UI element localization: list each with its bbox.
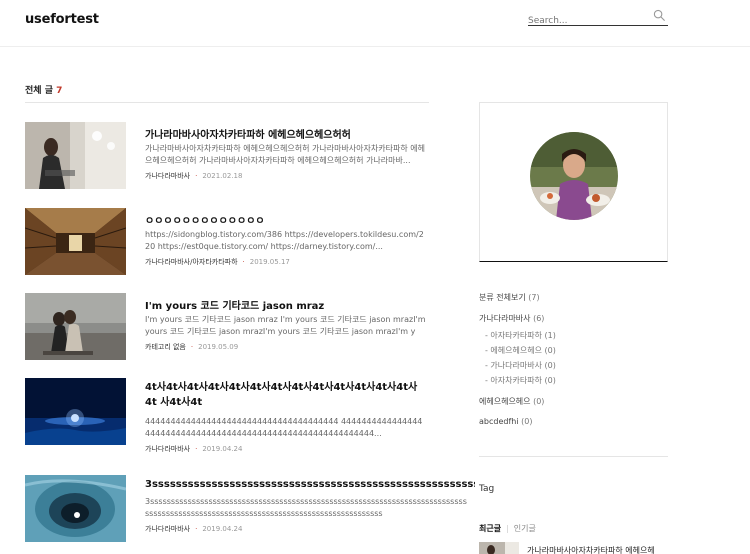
post-category[interactable]: 가나다라마바사 — [145, 445, 190, 453]
meta-separator-dot: · — [195, 172, 198, 180]
subcategory-item[interactable]: - 아자타카타파하 (1) — [485, 330, 556, 341]
category-count: (0) — [521, 417, 533, 426]
category-label: - 에헤으헤으헤으 — [485, 346, 542, 355]
avatar[interactable] — [530, 132, 618, 220]
post-meta: 카테고리 없음 · 2019.05.09 — [145, 342, 238, 352]
post-excerpt: https://sidongblog.tistory.com/386 https… — [145, 230, 424, 251]
post-date: 2021.02.18 — [202, 172, 243, 180]
category-label: - 아자차카타파하 — [485, 376, 542, 385]
divider — [25, 102, 429, 103]
post-category[interactable]: 가나다라마바사 — [145, 525, 190, 533]
divider — [479, 456, 668, 457]
category-label: abcdedfhi — [479, 417, 519, 426]
post-item[interactable]: 4t사4t사4t사4t사4t사4t사4t사4t사4t사4t사4t사4t사4t사4… — [25, 378, 475, 453]
post-date: 2019.05.17 — [249, 258, 290, 266]
meta-separator-dot: · — [242, 258, 245, 266]
search-input[interactable] — [528, 13, 648, 29]
post-title[interactable]: 가나라마바사아자차카타파하 에헤으헤으헤으허허 — [145, 126, 475, 141]
post-excerpt: I'm yours 코드 기타코드 jason mraz I'm yours 코… — [145, 315, 426, 336]
post-meta: 가나다라마바사 · 2019.04.24 — [145, 444, 242, 454]
post-title[interactable]: 4t사4t사4t사4t사4t사4t사4t사4t사4t사4t사4t사4t사4t사4… — [145, 380, 427, 410]
post-count-label: 전체 글 — [25, 86, 53, 96]
category-count: (0) — [544, 376, 556, 385]
post-meta: 가나다라마바사/아자타카타파하 · 2019.05.17 — [145, 257, 290, 267]
post-count-heading: 전체 글 7 — [25, 83, 62, 96]
recent-post-item[interactable]: 가나라마바사아자차카타파하 에헤으헤 — [479, 542, 668, 554]
post-title[interactable]: I'm yours 코드 기타코드 jason mraz — [145, 297, 475, 312]
search-icon[interactable] — [653, 9, 666, 22]
post-count-number: 7 — [56, 86, 63, 96]
post-excerpt: 가나라마바사아자차카타파하 에헤으헤으헤으허허 가나라마바사아자차카타파하 에헤… — [145, 144, 425, 165]
category-count: (1) — [544, 331, 556, 340]
category-count: (0) — [544, 361, 556, 370]
category-count: (0) — [533, 397, 545, 406]
subcategory-item[interactable]: - 에헤으헤으헤으 (0) — [485, 345, 556, 356]
category-label: - 아자타카타파하 — [485, 331, 542, 340]
category-label: - 가나다라마바사 — [485, 361, 542, 370]
header: usefortest — [0, 0, 750, 47]
post-excerpt: 3sssssssssssssssssssssssssssssssssssssss… — [145, 497, 467, 518]
post-title[interactable]: ㅇㅇㅇㅇㅇㅇㅇㅇㅇㅇㅇㅇㅇ — [145, 212, 475, 227]
category-label: 에헤으헤으헤으 — [479, 397, 531, 406]
category-count: (0) — [544, 346, 556, 355]
meta-separator-dot: · — [195, 445, 198, 453]
post-meta: 가나다라마바사 · 2019.04.24 — [145, 524, 242, 534]
post-tabs: 최근글 | 인기글 — [479, 523, 536, 534]
post-category[interactable]: 가나다라마바사/아자타카타파하 — [145, 258, 238, 266]
profile-box — [479, 102, 668, 262]
subcategory-item[interactable]: - 가나다라마바사 (0) — [485, 360, 556, 371]
tag-heading: Tag — [479, 484, 495, 494]
post-item[interactable]: 3sssssssssssssssssssssssssssssssssssssss… — [25, 475, 475, 545]
post-item[interactable]: ㅇㅇㅇㅇㅇㅇㅇㅇㅇㅇㅇㅇㅇ https://sidongblog.tistory… — [25, 208, 475, 278]
post-thumbnail[interactable] — [25, 293, 126, 360]
post-thumbnail[interactable] — [25, 475, 126, 542]
post-category[interactable]: 카테고리 없음 — [145, 343, 186, 351]
category-label: 분류 전체보기 — [479, 293, 526, 302]
post-item[interactable]: 가나라마바사아자차카타파하 에헤으헤으헤으허허 가나라마바사아자차카타파하 에헤… — [25, 122, 475, 192]
tab-popular[interactable]: 인기글 — [514, 524, 536, 533]
post-excerpt: 44444444444444444444444444444444444444 4… — [145, 417, 423, 438]
blog-logo[interactable]: usefortest — [25, 12, 99, 27]
tab-recent[interactable]: 최근글 — [479, 524, 501, 533]
category-label: 가나다라마바사 — [479, 314, 531, 323]
meta-separator-dot: · — [190, 343, 194, 351]
post-title[interactable]: 3sssssssssssssssssssssssssssssssssssssss… — [145, 479, 475, 490]
post-date: 2019.04.24 — [202, 445, 243, 453]
tab-separator: | — [506, 524, 509, 533]
recent-post-title[interactable]: 가나라마바사아자차카타파하 에헤으헤 — [527, 545, 655, 554]
post-category[interactable]: 가나다라마바사 — [145, 172, 190, 180]
post-meta: 가나다라마바사 · 2021.02.18 — [145, 171, 242, 181]
category-item[interactable]: abcdedfhi (0) — [479, 417, 532, 426]
post-date: 2019.05.09 — [198, 343, 239, 351]
search-box — [528, 8, 668, 29]
category-count: (6) — [533, 314, 545, 323]
recent-post-thumbnail[interactable] — [479, 542, 519, 554]
category-item[interactable]: 에헤으헤으헤으 (0) — [479, 396, 544, 407]
post-thumbnail[interactable] — [25, 378, 126, 445]
category-count: (7) — [528, 293, 540, 302]
category-item[interactable]: 가나다라마바사 (6) — [479, 313, 544, 324]
post-thumbnail[interactable] — [25, 122, 126, 189]
meta-separator-dot: · — [195, 525, 198, 533]
post-thumbnail[interactable] — [25, 208, 126, 275]
subcategory-item[interactable]: - 아자차카타파하 (0) — [485, 375, 556, 386]
post-item[interactable]: I'm yours 코드 기타코드 jason mraz I'm yours 코… — [25, 293, 475, 363]
category-all[interactable]: 분류 전체보기 (7) — [479, 292, 540, 303]
post-date: 2019.04.24 — [202, 525, 243, 533]
